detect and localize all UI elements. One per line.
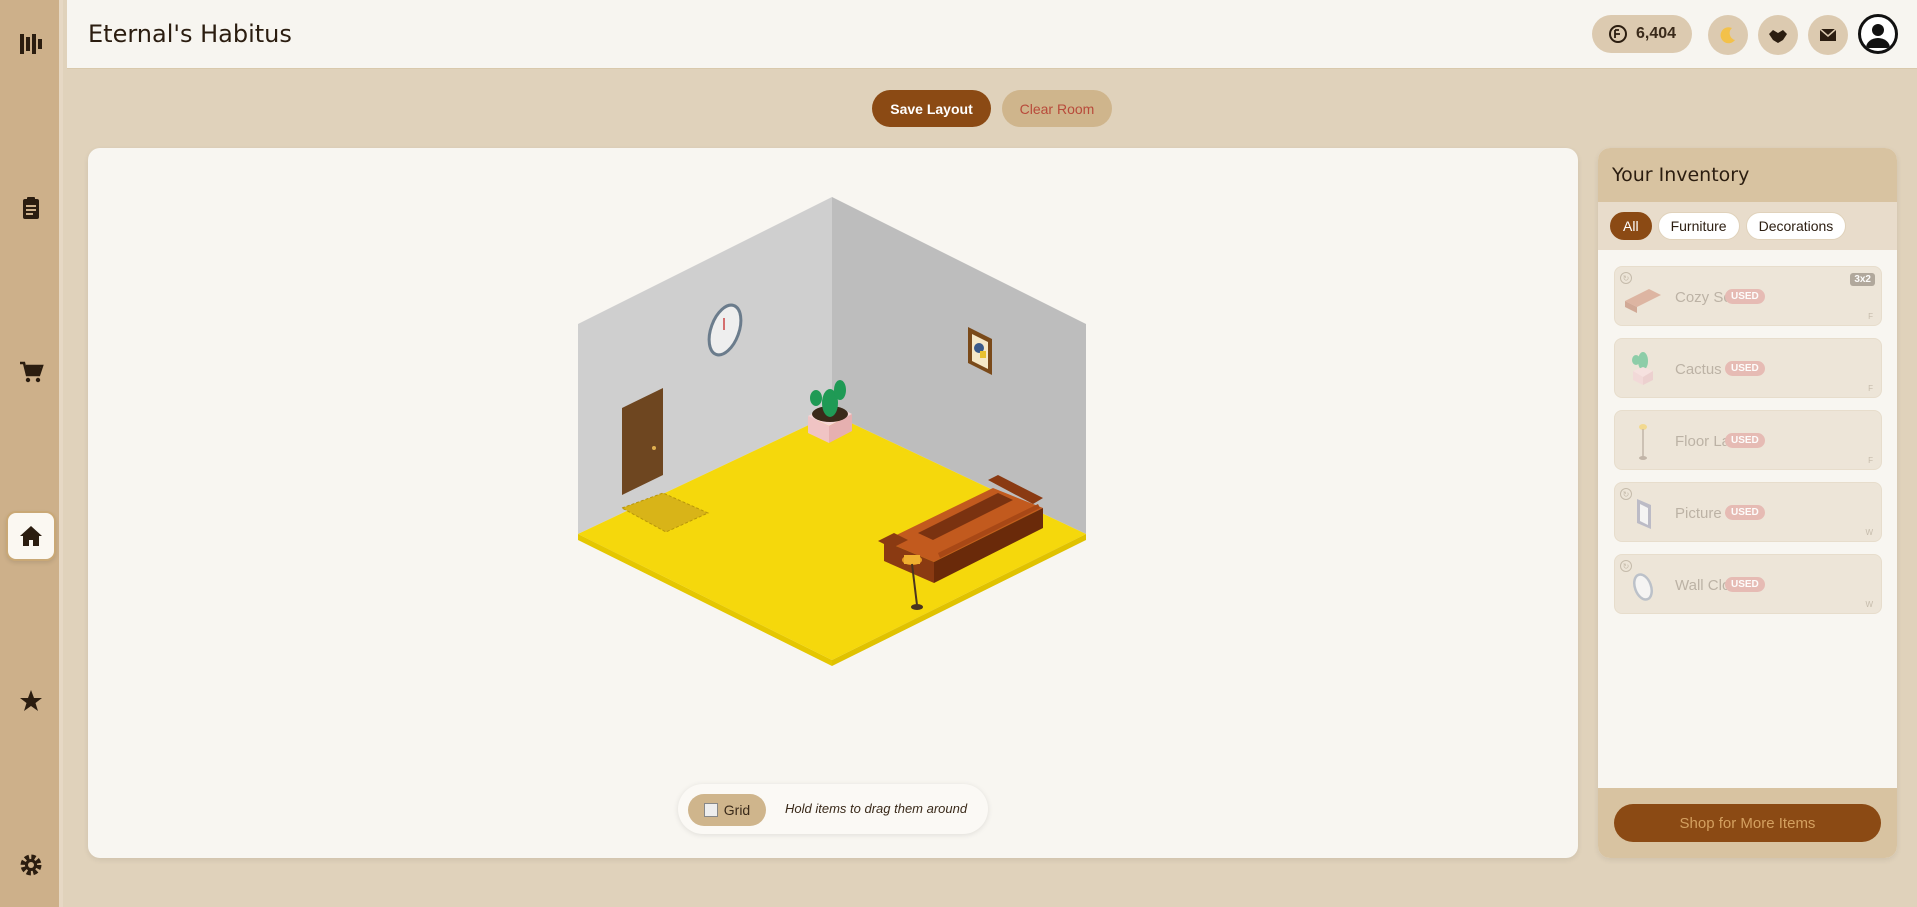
lamp-thumbnail [1639,424,1647,460]
grid-icon [703,803,718,817]
inventory-item-floor-lamp[interactable]: Floor Lamp USED F [1614,410,1882,470]
item-name: Floor Lamp [1675,433,1727,450]
top-header: Eternal's Habitus 6,404 [67,0,1917,69]
tab-decorations[interactable]: Decorations [1745,212,1847,240]
isometric-room[interactable] [88,148,1578,858]
used-badge: USED [1725,289,1765,304]
item-kind: F [1868,384,1873,393]
item-kind: W [1865,600,1873,609]
item-kind: W [1865,528,1873,537]
grid-label: Grid [723,802,751,818]
sofa-thumbnail [1625,289,1661,313]
gear-icon[interactable] [6,840,56,890]
drag-hint: Hold items to drag them around [785,801,968,816]
coin-balance[interactable]: 6,404 [1592,15,1692,53]
item-kind: F [1868,456,1873,465]
user-icon [1866,24,1890,48]
size-badge: 3x2 [1850,273,1875,286]
tab-all[interactable]: All [1610,212,1652,240]
guild-icon[interactable] [1758,15,1798,55]
shop-more-items-button[interactable]: Shop for More Items [1614,804,1881,842]
inventory-panel: Your Inventory All Furniture Decorations… [1598,148,1897,858]
inventory-item-sofa[interactable]: ↻ Cozy Sofa USED 3x2 F [1614,266,1882,326]
inventory-title: Your Inventory [1598,148,1897,202]
clock-thumbnail [1633,573,1653,601]
used-badge: USED [1725,505,1765,520]
coin-count: 6,404 [1635,25,1677,42]
inventory-item-picture[interactable]: ↻ Picture USED W [1614,482,1882,542]
used-badge: USED [1725,577,1765,592]
used-badge: USED [1725,361,1765,376]
cactus-thumbnail [1632,352,1653,385]
inventory-tabs: All Furniture Decorations [1598,202,1897,250]
room-canvas[interactable]: Grid Hold items to drag them around [88,148,1578,858]
item-name: Cozy Sofa [1675,289,1727,306]
item-kind: F [1868,312,1873,321]
inventory-item-wall-clock[interactable]: ↻ Wall Clock USED W [1614,554,1882,614]
inventory-footer: Shop for More Items [1598,788,1897,858]
home-icon[interactable] [6,511,56,561]
item-name: Cactus [1675,361,1722,378]
grid-toggle-button[interactable]: Grid [688,794,766,826]
room-hint-bar: Grid Hold items to drag them around [678,784,988,834]
item-name: Picture [1675,505,1722,522]
user-avatar[interactable] [1858,14,1898,54]
cart-icon[interactable] [6,347,56,397]
inventory-list: ↻ Cozy Sofa USED 3x2 F Cactus USED F Flo… [1598,250,1897,788]
clear-room-button[interactable]: Clear Room [1002,90,1112,127]
item-name: Wall Clock [1675,577,1727,594]
sidebar [0,0,63,907]
mail-icon[interactable] [1808,15,1848,55]
door-knob [652,446,656,450]
logo-icon[interactable] [6,19,56,69]
picture-thumbnail [1637,499,1651,529]
tab-furniture[interactable]: Furniture [1657,212,1740,240]
star-icon[interactable] [6,676,56,726]
moon-icon[interactable] [1708,15,1748,55]
app-title: Eternal's Habitus [88,20,292,48]
inventory-item-cactus[interactable]: Cactus USED F [1614,338,1882,398]
save-layout-button[interactable]: Save Layout [872,90,991,127]
used-badge: USED [1725,433,1765,448]
coin-icon [1608,25,1627,43]
clipboard-icon[interactable] [6,183,56,233]
